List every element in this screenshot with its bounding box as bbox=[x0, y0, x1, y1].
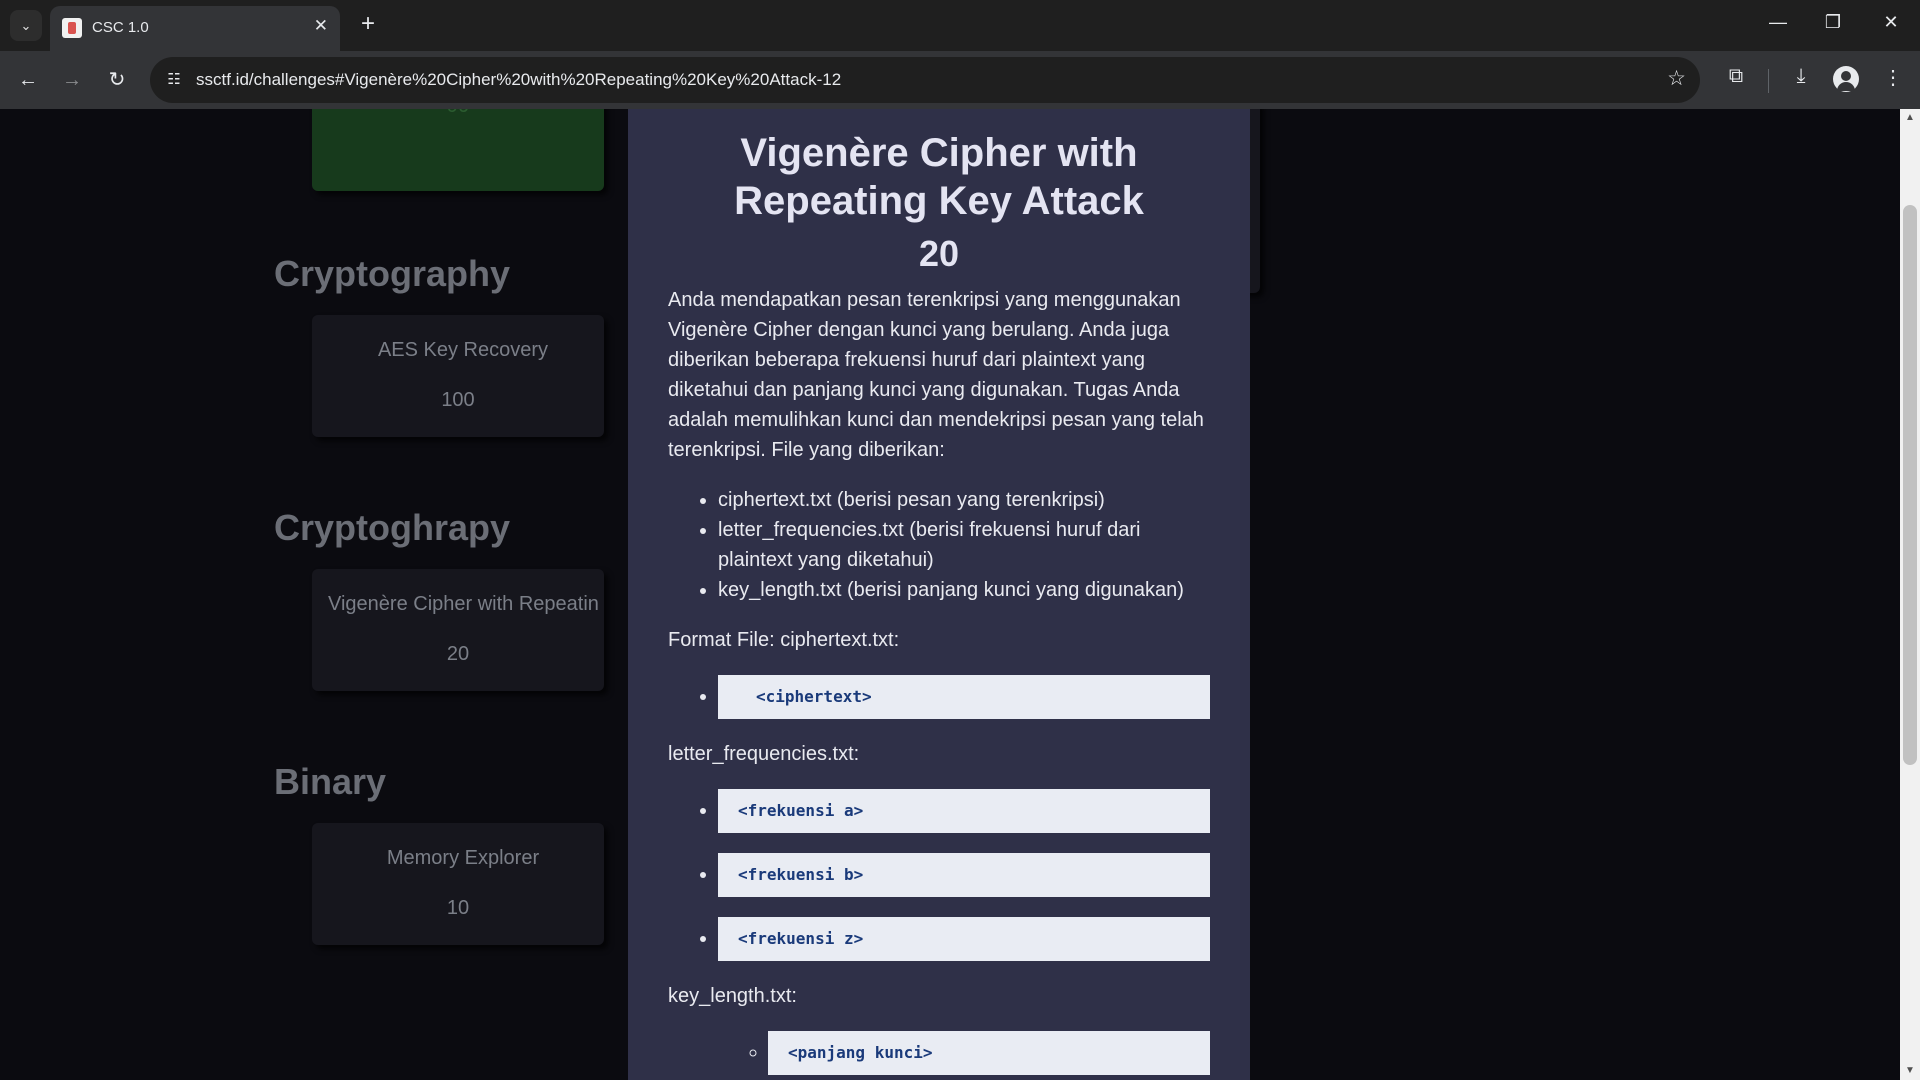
description-intro: Anda mendapatkan pesan terenkripsi yang … bbox=[668, 289, 1204, 461]
minimize-button[interactable]: — bbox=[1763, 12, 1793, 33]
site-info-icon[interactable]: ☷ bbox=[162, 68, 186, 92]
address-bar[interactable]: ☷ ssctf.id/challenges#Vigenère%20Cipher%… bbox=[150, 57, 1700, 103]
code-item: <panjang kunci> bbox=[768, 1031, 1218, 1075]
file-item: ciphertext.txt (berisi pesan yang terenk… bbox=[718, 485, 1218, 515]
browser-tab-bar: ⌄ CSC 1.0 ✕ + — ❐ ✕ bbox=[0, 0, 1920, 51]
scroll-thumb[interactable] bbox=[1903, 205, 1917, 765]
reload-button[interactable]: ↻ bbox=[102, 65, 132, 95]
bookmark-star-icon[interactable]: ☆ bbox=[1667, 66, 1686, 91]
browser-tab[interactable]: CSC 1.0 ✕ bbox=[50, 6, 340, 51]
tab-title: CSC 1.0 bbox=[92, 19, 149, 36]
freq-label: letter_frequencies.txt: bbox=[668, 743, 860, 765]
challenge-description: Anda mendapatkan pesan terenkripsi yang … bbox=[668, 285, 1218, 1080]
toolbar-divider bbox=[1768, 69, 1769, 93]
close-tab-icon[interactable]: ✕ bbox=[314, 16, 328, 36]
code-item: <frekuensi a> bbox=[718, 789, 1218, 833]
challenge-points: 20 bbox=[918, 233, 960, 274]
code-block: <ciphertext> bbox=[718, 675, 1210, 719]
challenge-title: Vigenère Cipher with Repeating Key Attac… bbox=[734, 131, 1144, 223]
code-block: <frekuensi a> bbox=[718, 789, 1210, 833]
challenge-card[interactable]: AES Key Recovery 100 bbox=[312, 315, 604, 437]
file-item: key_length.txt (berisi panjang kunci yan… bbox=[718, 575, 1218, 605]
profile-avatar-icon[interactable] bbox=[1833, 66, 1859, 92]
challenge-card-solved[interactable]: 90 bbox=[312, 109, 604, 191]
card-name: AES Key Recovery bbox=[377, 339, 549, 361]
tab-search-button[interactable]: ⌄ bbox=[10, 10, 42, 41]
extensions-icon[interactable]: ⧉ bbox=[1721, 65, 1751, 88]
card-points: 20 bbox=[446, 643, 470, 665]
challenge-card-active[interactable]: Vigenère Cipher with Repeating Key Attac… bbox=[312, 569, 604, 691]
back-button[interactable]: ← bbox=[13, 65, 43, 95]
card-name: Vigenère Cipher with Repeating Key Attac… bbox=[328, 593, 598, 615]
card-points: 10 bbox=[446, 897, 470, 919]
code-item: <frekuensi z> bbox=[718, 917, 1218, 961]
ciphertext-format-list: <ciphertext> bbox=[668, 675, 1218, 719]
category-title: Cryptography bbox=[274, 253, 511, 294]
close-window-button[interactable]: ✕ bbox=[1876, 12, 1906, 33]
challenge-card[interactable]: Memory Explorer 10 bbox=[312, 823, 604, 945]
category-title: Cryptoghrapy bbox=[274, 507, 511, 548]
forward-button[interactable]: → bbox=[57, 65, 87, 95]
new-tab-button[interactable]: + bbox=[352, 10, 384, 38]
url-text[interactable]: ssctf.id/challenges#Vigenère%20Cipher%20… bbox=[196, 70, 841, 90]
browser-menu-icon[interactable]: ⋮ bbox=[1878, 65, 1908, 90]
browser-toolbar: ← → ↻ ☷ ssctf.id/challenges#Vigenère%20C… bbox=[0, 51, 1920, 109]
freq-format-list: <frekuensi a> <frekuensi b> <frekuensi z… bbox=[668, 789, 1218, 961]
code-block: <frekuensi b> bbox=[718, 853, 1210, 897]
code-item: <frekuensi b> bbox=[718, 853, 1218, 897]
card-points: 100 bbox=[441, 389, 475, 411]
key-format-list: <panjang kunci> bbox=[668, 1031, 1218, 1075]
page-scrollbar[interactable]: ▲ ▼ bbox=[1900, 109, 1920, 1080]
format-label: Format File: ciphertext.txt: bbox=[668, 629, 900, 651]
site-favicon-icon bbox=[62, 18, 82, 38]
code-item: <ciphertext> bbox=[718, 675, 1218, 719]
card-name: Memory Explorer bbox=[386, 847, 540, 869]
challenge-modal: Vigenère Cipher with Repeating Key Attac… bbox=[628, 109, 1250, 1080]
scroll-down-arrow-icon[interactable]: ▼ bbox=[1900, 1062, 1920, 1080]
card-points: 90 bbox=[312, 109, 604, 118]
key-length-label: key_length.txt: bbox=[668, 985, 797, 1007]
category-title: Binary bbox=[274, 761, 387, 802]
code-block: <frekuensi z> bbox=[718, 917, 1210, 961]
file-item: letter_frequencies.txt (berisi frekuensi… bbox=[718, 515, 1218, 575]
page-viewport: 90 Cryptography AES Key Recovery 100 Cry… bbox=[0, 109, 1900, 1080]
scroll-up-arrow-icon[interactable]: ▲ bbox=[1900, 109, 1920, 127]
files-list: ciphertext.txt (berisi pesan yang terenk… bbox=[668, 485, 1218, 605]
restore-button[interactable]: ❐ bbox=[1818, 12, 1848, 33]
download-icon[interactable]: ⤓ bbox=[1786, 65, 1816, 88]
code-block: <panjang kunci> bbox=[768, 1031, 1210, 1075]
